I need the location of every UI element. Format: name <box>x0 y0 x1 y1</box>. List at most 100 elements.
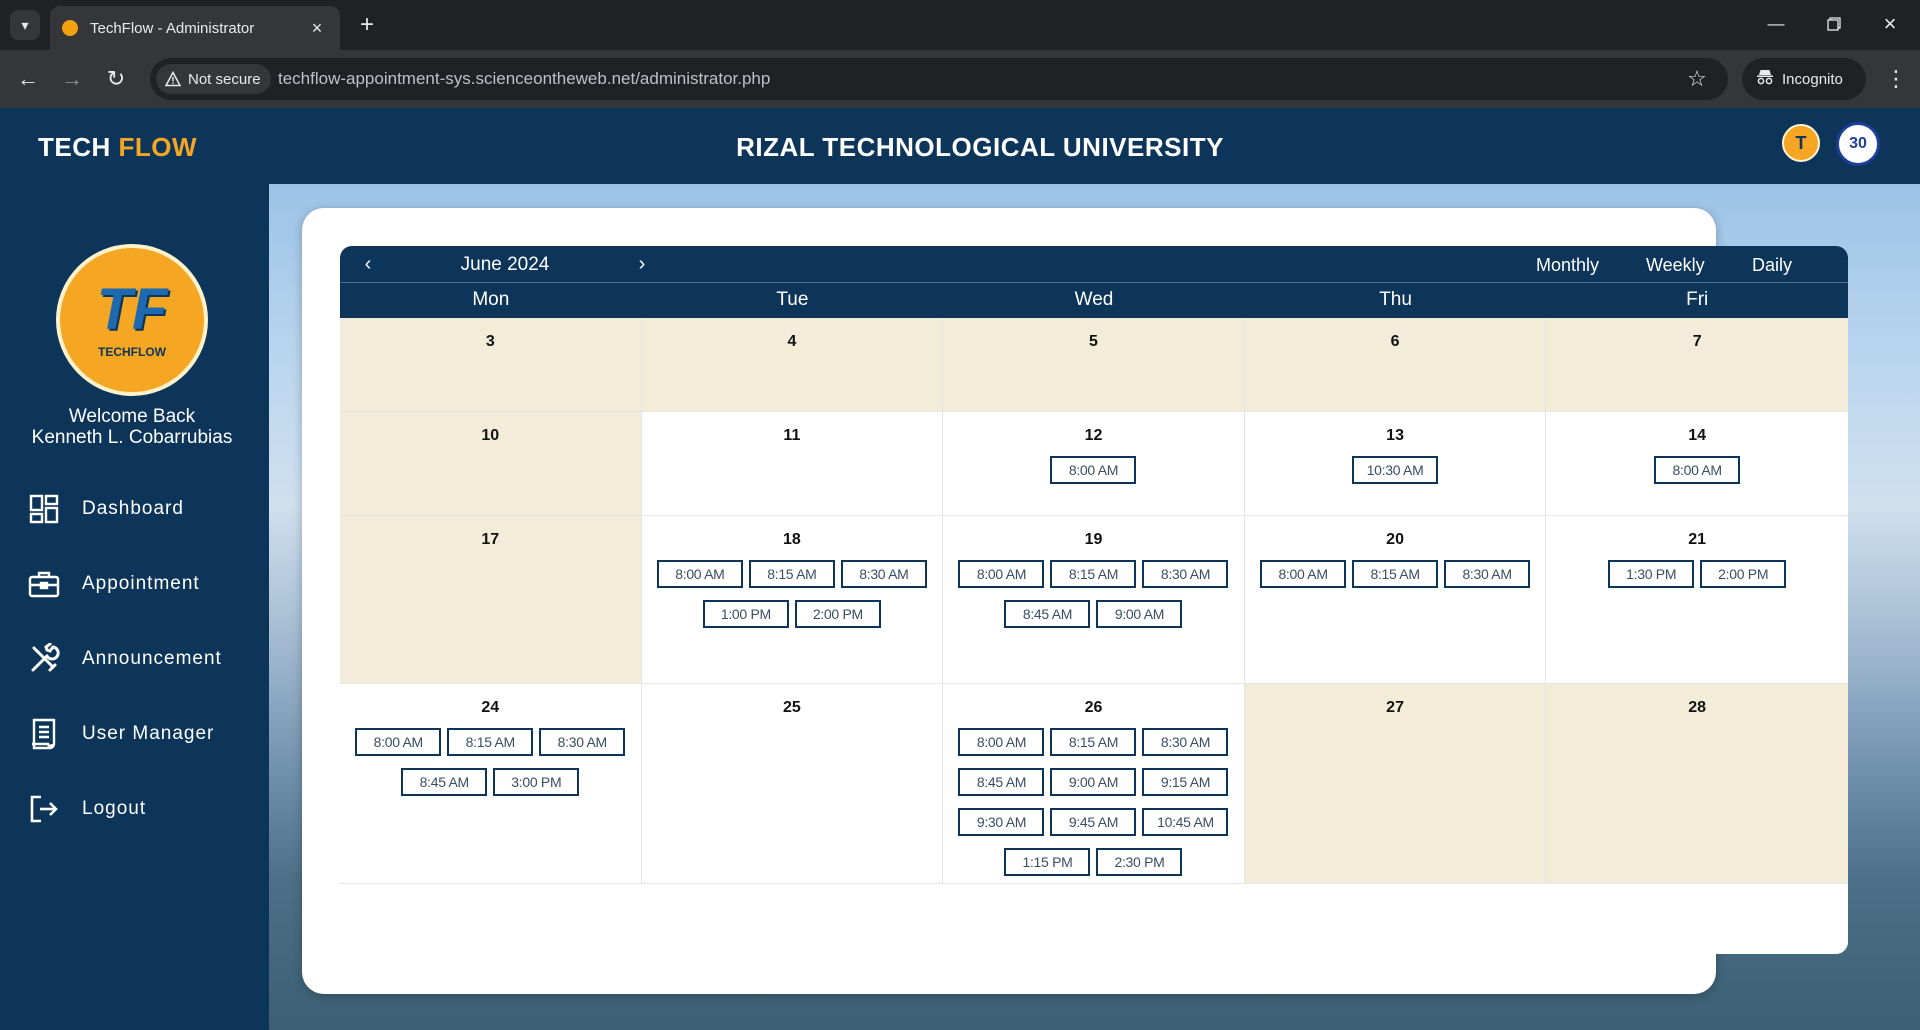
day-cell[interactable]: 7 <box>1546 318 1848 411</box>
sidebar-item-dashboard[interactable]: Dashboard <box>24 485 264 533</box>
time-slot-button[interactable]: 1:30 PM <box>1608 560 1695 588</box>
day-cell[interactable]: 6 <box>1244 318 1547 411</box>
time-slot-button[interactable]: 8:45 AM <box>1004 600 1091 628</box>
view-monthly-button[interactable]: Monthly <box>1536 255 1599 276</box>
week-row: 10 11 12 8:00 AM 13 10:30 AM 14 8:00 AM <box>340 412 1848 516</box>
day-cell[interactable]: 4 <box>641 318 944 411</box>
time-slot-button[interactable]: 2:30 PM <box>1096 848 1183 876</box>
day-cell[interactable]: 17 <box>340 516 642 683</box>
time-slot-button[interactable]: 8:30 AM <box>840 560 927 588</box>
close-tab-icon[interactable]: × <box>306 17 328 39</box>
day-cell[interactable]: 5 <box>943 318 1245 411</box>
time-slot-button[interactable]: 8:15 AM <box>447 728 534 756</box>
time-slot-button[interactable]: 8:45 AM <box>401 768 488 796</box>
day-cell[interactable]: 19 8:00 AM 8:15 AM 8:30 AM 8:45 AM 9:00 AM <box>943 516 1245 683</box>
time-slot-button[interactable]: 8:15 AM <box>1352 560 1439 588</box>
time-slot-button[interactable]: 8:00 AM <box>958 560 1045 588</box>
day-cell[interactable]: 3 <box>340 318 642 411</box>
tf-logo-icon: TF <box>96 277 168 342</box>
day-cell[interactable]: 25 <box>642 684 944 883</box>
day-cell[interactable]: 27 <box>1244 684 1547 883</box>
time-slot-button[interactable]: 9:00 AM <box>1096 600 1183 628</box>
time-slot-button[interactable]: 8:30 AM <box>1142 728 1229 756</box>
day-number: 26 <box>1084 699 1103 716</box>
restore-icon[interactable] <box>1814 8 1854 40</box>
sidebar-item-user-manager[interactable]: User Manager <box>24 710 264 758</box>
time-slot-button[interactable]: 10:45 AM <box>1142 808 1229 836</box>
time-slot-button[interactable]: 8:15 AM <box>1050 728 1137 756</box>
incognito-button[interactable]: Incognito <box>1742 58 1866 100</box>
day-cell[interactable]: 20 8:00 AM 8:15 AM 8:30 AM <box>1245 516 1547 683</box>
url-text[interactable]: techflow-appointment-sys.scienceontheweb… <box>278 69 770 89</box>
day-number: 14 <box>1688 427 1707 444</box>
time-slot-button[interactable]: 8:30 AM <box>539 728 626 756</box>
day-cell[interactable]: 11 <box>642 412 944 515</box>
sidebar-item-appointment[interactable]: Appointment <box>24 560 264 608</box>
time-slot-button[interactable]: 8:00 AM <box>1050 456 1137 484</box>
reload-icon[interactable]: ↻ <box>100 63 132 95</box>
address-bar[interactable]: Not secure techflow-appointment-sys.scie… <box>150 58 1728 100</box>
day-cell[interactable]: 14 8:00 AM <box>1546 412 1848 515</box>
time-slot-button[interactable]: 10:30 AM <box>1352 456 1439 484</box>
time-slot-button[interactable]: 8:00 AM <box>355 728 442 756</box>
time-slot-button[interactable]: 8:15 AM <box>748 560 835 588</box>
time-slot-button[interactable]: 9:45 AM <box>1050 808 1137 836</box>
time-slot-button[interactable]: 2:00 PM <box>794 600 881 628</box>
weekday-label: Mon <box>472 289 510 310</box>
security-chip[interactable]: Not secure <box>156 64 271 94</box>
incognito-icon <box>1756 69 1774 89</box>
time-slot-button[interactable]: 8:00 AM <box>656 560 743 588</box>
bookmark-star-icon[interactable]: ☆ <box>1684 66 1710 92</box>
time-slot-button[interactable]: 9:30 AM <box>958 808 1045 836</box>
month-label: June 2024 <box>460 254 550 275</box>
time-slot-button[interactable]: 8:00 AM <box>958 728 1045 756</box>
view-daily-button[interactable]: Daily <box>1752 255 1792 276</box>
warning-icon <box>164 70 182 88</box>
day-number: 17 <box>481 531 500 548</box>
next-month-button[interactable]: › <box>632 252 652 276</box>
new-tab-button[interactable]: + <box>352 10 382 40</box>
day-cell[interactable]: 28 <box>1546 684 1848 883</box>
day-cell[interactable]: 12 8:00 AM <box>943 412 1245 515</box>
welcome-line1: Welcome Back <box>68 406 196 427</box>
minimize-icon[interactable]: — <box>1756 8 1796 40</box>
view-weekly-button[interactable]: Weekly <box>1646 255 1705 276</box>
day-number: 5 <box>1089 333 1098 350</box>
back-icon[interactable]: ← <box>12 63 44 95</box>
forward-icon[interactable]: → <box>56 63 88 95</box>
favicon-icon <box>62 20 78 36</box>
weekday-label: Tue <box>776 289 809 310</box>
time-slot-button[interactable]: 1:00 PM <box>702 600 789 628</box>
week-row: 3 4 5 6 7 <box>340 318 1848 412</box>
more-menu-icon[interactable]: ⋮ <box>1880 63 1912 95</box>
tab-search-button[interactable]: ▾ <box>10 10 40 40</box>
time-slot-button[interactable]: 8:45 AM <box>958 768 1045 796</box>
close-window-icon[interactable]: × <box>1870 8 1910 40</box>
day-cell[interactable]: 26 8:00 AM 8:15 AM 8:30 AM 8:45 AM 9:00 AM 9:1… <box>943 684 1245 883</box>
prev-month-button[interactable]: ‹ <box>358 252 378 276</box>
time-slot-button[interactable]: 9:15 AM <box>1142 768 1229 796</box>
sidebar-item-logout[interactable]: Logout <box>24 785 264 833</box>
browser-tab[interactable]: TechFlow - Administrator × <box>50 6 340 50</box>
time-slot-button[interactable]: 9:00 AM <box>1050 768 1137 796</box>
tools-icon <box>24 639 64 679</box>
time-slot-button[interactable]: 1:15 PM <box>1004 848 1091 876</box>
day-cell[interactable]: 24 8:00 AM 8:15 AM 8:30 AM 8:45 AM 3:00 PM <box>340 684 642 883</box>
sidebar-item-label: Announcement <box>82 648 222 669</box>
time-slot-button[interactable]: 3:00 PM <box>493 768 580 796</box>
browser-tab-bar: ▾ TechFlow - Administrator × + — × <box>0 0 1920 50</box>
time-slot-button[interactable]: 2:00 PM <box>1700 560 1787 588</box>
sidebar-item-label: Logout <box>82 798 147 819</box>
time-slot-button[interactable]: 8:30 AM <box>1142 560 1229 588</box>
day-cell[interactable]: 21 1:30 PM 2:00 PM <box>1546 516 1848 683</box>
day-cell[interactable]: 10 <box>340 412 642 515</box>
time-slot-button[interactable]: 8:00 AM <box>1654 456 1741 484</box>
time-slot-button[interactable]: 8:15 AM <box>1050 560 1137 588</box>
time-slot-button[interactable]: 8:30 AM <box>1444 560 1531 588</box>
day-number: 21 <box>1688 531 1707 548</box>
techflow-logo-icon: T <box>1782 124 1820 162</box>
sidebar-item-announcement[interactable]: Announcement <box>24 635 264 683</box>
day-cell[interactable]: 18 8:00 AM 8:15 AM 8:30 AM 1:00 PM 2:00 PM <box>642 516 944 683</box>
time-slot-button[interactable]: 8:00 AM <box>1260 560 1347 588</box>
day-cell[interactable]: 13 10:30 AM <box>1245 412 1547 515</box>
